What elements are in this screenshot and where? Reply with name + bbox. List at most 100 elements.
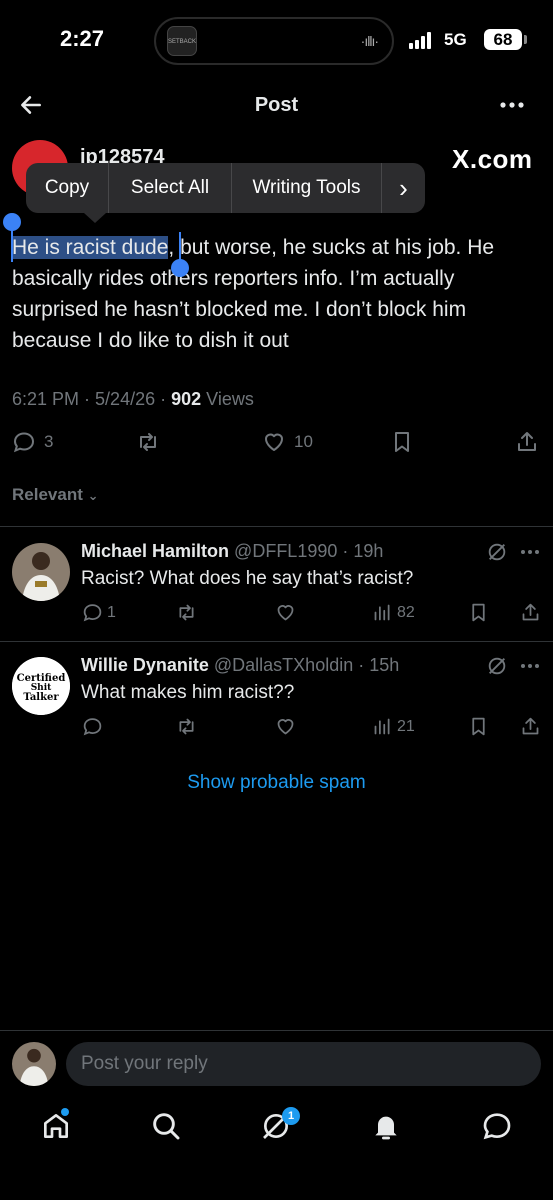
reply-author-handle: @DFFL1990: [234, 541, 338, 561]
post-meta: 6:21 PM · 5/24/26 · 902 Views: [12, 389, 254, 409]
battery-nub: [524, 35, 527, 44]
reply-bookmark-action[interactable]: [468, 716, 489, 737]
home-notification-dot: [61, 1108, 69, 1116]
bookmark-icon: [395, 432, 409, 452]
reply-sort-label: Relevant: [12, 485, 83, 504]
dot-separator: ·: [358, 655, 365, 675]
current-user-avatar-image: [12, 1042, 56, 1086]
reply-views: 21: [397, 717, 415, 735]
selection-start-bar: [11, 228, 13, 262]
grok-icon[interactable]: [486, 655, 508, 677]
notifications-bell-icon[interactable]: [370, 1110, 402, 1142]
more-options-icon[interactable]: [500, 102, 524, 108]
post-time: 6:21 PM: [12, 389, 80, 409]
now-playing-thumbnail: SETBACKS: [167, 26, 197, 56]
avatar-text-line: Talker: [23, 692, 59, 703]
analytics-icon: [374, 718, 390, 735]
bottom-navigation: 1: [0, 1100, 553, 1160]
select-all-button[interactable]: Select All: [109, 163, 232, 213]
audio-wave-icon: ·ıllı·: [360, 33, 379, 49]
current-user-avatar[interactable]: [12, 1042, 56, 1086]
reply-age: 15h: [369, 655, 400, 675]
repost-icon: [179, 604, 194, 621]
dynamic-island[interactable]: SETBACKS ·ıllı·: [154, 17, 394, 65]
grok-icon[interactable]: [486, 541, 508, 563]
reply-avatar[interactable]: [12, 543, 70, 601]
search-icon[interactable]: [150, 1110, 182, 1142]
text-selection-menu: Copy Select All Writing Tools ›: [26, 163, 425, 213]
battery-level: 68: [484, 29, 522, 50]
bookmark-action[interactable]: [390, 430, 414, 454]
share-action[interactable]: [515, 430, 539, 454]
reply-icon: [83, 604, 102, 622]
reply-reply-action[interactable]: 1: [82, 602, 116, 623]
reply-age: 19h: [353, 541, 384, 561]
divider: [0, 526, 553, 527]
dot-separator: ·: [342, 541, 349, 561]
reply-views-action[interactable]: 82: [372, 602, 415, 623]
page-title: Post: [254, 94, 299, 116]
reply-author-handle: @DallasTXholdin: [213, 655, 354, 675]
bookmark-icon: [472, 603, 485, 622]
reply-repost-action[interactable]: [176, 602, 197, 623]
views-label: Views: [206, 389, 254, 409]
reply-text: Racist? What does he say that’s racist?: [81, 568, 414, 589]
menu-pointer: [84, 213, 106, 223]
reply-avatar-image: [12, 543, 70, 601]
reply-icon: [83, 718, 102, 736]
like-count: 10: [294, 432, 313, 451]
reply-sort-dropdown[interactable]: Relevant ⌄: [12, 485, 99, 505]
post-text[interactable]: He is racist dude, but worse, he sucks a…: [12, 232, 542, 356]
chevron-down-icon: ⌄: [87, 488, 99, 503]
share-icon: [518, 432, 536, 451]
reply-composer: Post your reply: [0, 1030, 553, 1094]
reply-header: Willie Dynanite @DallasTXholdin · 15h: [81, 655, 399, 676]
status-time: 2:27: [60, 26, 105, 51]
reply-like-action[interactable]: [275, 716, 296, 737]
reply-more-icon[interactable]: [520, 663, 540, 669]
nav-badge: 1: [282, 1107, 300, 1125]
status-bar: 2:27 SETBACKS ·ıllı· 5G 68: [0, 0, 553, 80]
share-icon: [522, 717, 539, 735]
heart-icon: [265, 433, 283, 451]
view-count[interactable]: 902: [171, 389, 201, 409]
post-header: Post: [0, 80, 553, 132]
reply-icon: [13, 432, 35, 453]
heart-icon: [277, 719, 294, 735]
reply-reply-action[interactable]: [82, 716, 103, 737]
selection-end-handle[interactable]: [171, 259, 189, 277]
reply-header: Michael Hamilton @DFFL1990 · 19h: [81, 541, 383, 562]
reply-views: 82: [397, 603, 415, 621]
reply-input[interactable]: Post your reply: [66, 1042, 541, 1086]
show-probable-spam-link[interactable]: Show probable spam: [0, 772, 553, 794]
repost-action[interactable]: [136, 430, 160, 454]
divider: [0, 641, 553, 642]
like-action[interactable]: 10: [262, 430, 313, 454]
more-actions-chevron-icon[interactable]: ›: [382, 163, 425, 213]
reply-author-name[interactable]: Willie Dynanite: [81, 655, 209, 675]
selected-text[interactable]: He is racist dude: [12, 236, 169, 259]
copy-button[interactable]: Copy: [26, 163, 109, 213]
post-date: 5/24/26: [95, 389, 156, 409]
reply-action[interactable]: 3: [12, 430, 53, 454]
signal-strength-icon: [409, 31, 431, 49]
reply-share-action[interactable]: [520, 602, 541, 623]
reply-share-action[interactable]: [520, 716, 541, 737]
reply-text: What makes him racist??: [81, 682, 295, 703]
reply-more-icon[interactable]: [520, 549, 540, 555]
reply-views-action[interactable]: 21: [372, 716, 415, 737]
writing-tools-button[interactable]: Writing Tools: [232, 163, 382, 213]
share-icon: [522, 603, 539, 621]
reply-like-action[interactable]: [275, 602, 296, 623]
reply-avatar[interactable]: Certified Shit Talker: [12, 657, 70, 715]
messages-icon[interactable]: [481, 1110, 513, 1142]
reply-count: 3: [44, 432, 54, 451]
reply-repost-action[interactable]: [176, 716, 197, 737]
reply-author-name[interactable]: Michael Hamilton: [81, 541, 229, 561]
reply-avatar-image: Certified Shit Talker: [12, 657, 70, 715]
repost-icon: [179, 718, 194, 735]
post-action-bar: 3 10: [0, 422, 553, 462]
reply-bookmark-action[interactable]: [468, 602, 489, 623]
bookmark-icon: [472, 717, 485, 736]
heart-icon: [277, 605, 294, 621]
